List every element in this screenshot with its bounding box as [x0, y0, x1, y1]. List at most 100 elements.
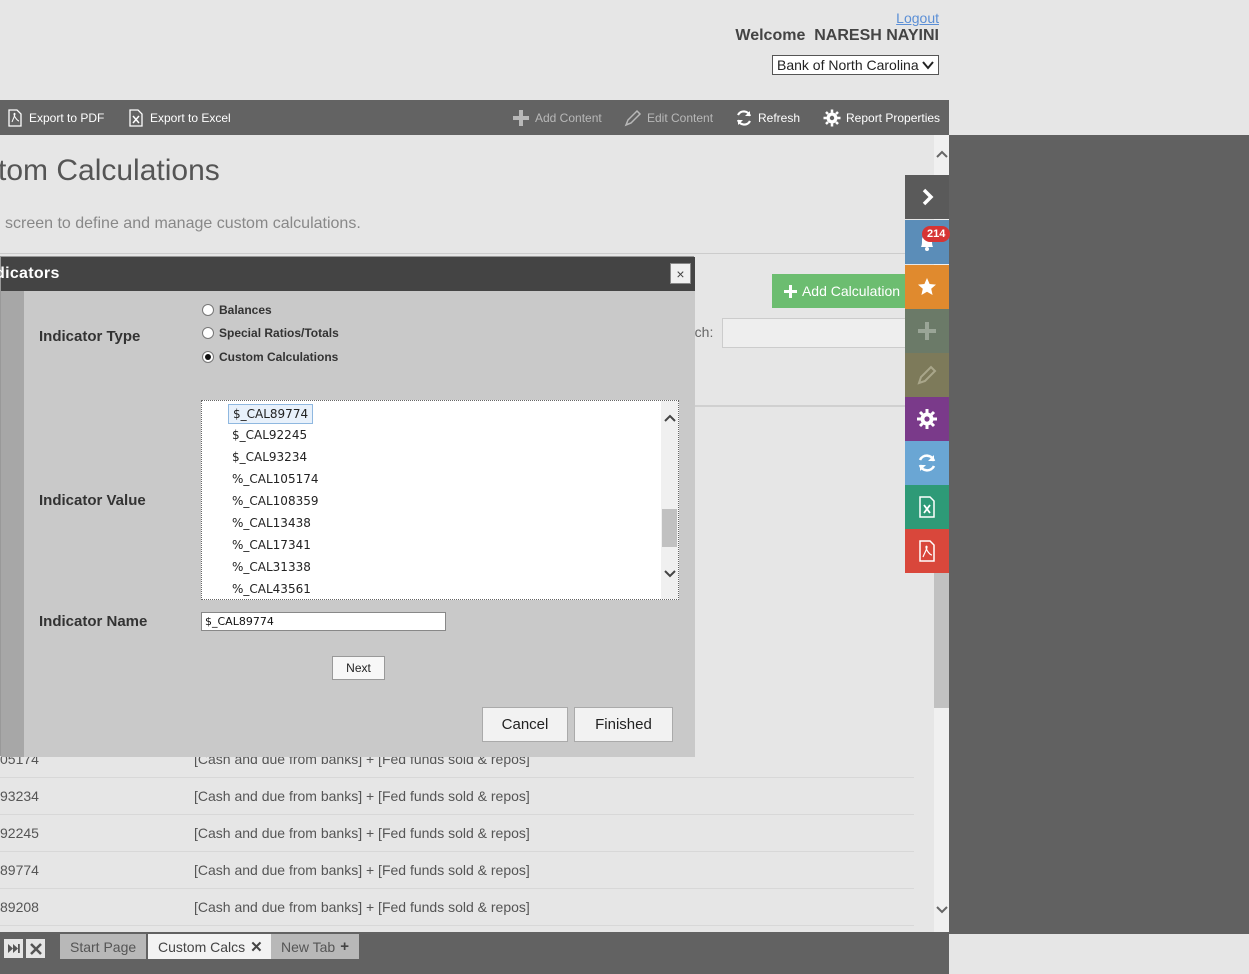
- radio-label: Special Ratios/Totals: [219, 326, 339, 340]
- tab-start-page[interactable]: Start Page: [60, 934, 147, 959]
- pencil-icon: [917, 365, 937, 385]
- close-icon[interactable]: ×: [670, 263, 691, 284]
- finished-button[interactable]: Finished: [574, 707, 673, 742]
- list-scroll-up-icon[interactable]: [661, 413, 678, 425]
- list-item[interactable]: %_CAL17341: [228, 536, 315, 556]
- formula-cell: [Cash and due from banks] + [Fed funds s…: [194, 788, 530, 804]
- next-button[interactable]: Next: [332, 656, 385, 680]
- plus-icon[interactable]: +: [340, 938, 349, 955]
- refresh-label: Refresh: [758, 110, 801, 125]
- add-content-button[interactable]: Add Content: [512, 100, 602, 135]
- tab-scroll-end-icon[interactable]: [4, 939, 23, 958]
- radio-icon[interactable]: [202, 304, 214, 316]
- table-row[interactable]: 92245 [Cash and due from banks] + [Fed fu…: [0, 815, 914, 852]
- export-excel-button[interactable]: Export to Excel: [127, 100, 231, 135]
- radio-option[interactable]: Special Ratios/Totals: [202, 326, 339, 340]
- close-all-tabs-icon[interactable]: [26, 939, 45, 958]
- scroll-up-icon[interactable]: [934, 149, 949, 161]
- tab-label: Start Page: [70, 938, 137, 955]
- refresh-button[interactable]: Refresh: [735, 100, 800, 135]
- pdf-file-icon: [8, 108, 22, 127]
- list-item[interactable]: %_CAL13438: [228, 514, 315, 534]
- indicator-value-list[interactable]: $_CAL89774 $_CAL92245 $_CAL93234 %_CAL10517…: [201, 400, 679, 600]
- table-row[interactable]: 89208 [Cash and due from banks] + [Fed fu…: [0, 889, 914, 926]
- radio-option[interactable]: Custom Calculations: [202, 350, 338, 364]
- side-excel-button[interactable]: [905, 485, 949, 529]
- dialog-titlebar[interactable]: dicators ×: [0, 257, 695, 291]
- refresh-icon: [736, 109, 752, 126]
- export-pdf-label: Export to PDF: [29, 110, 105, 125]
- right-panel-background: [949, 135, 1249, 934]
- indicator-name-label: Indicator Name: [39, 613, 148, 630]
- welcome-label: Welcome: [735, 27, 806, 44]
- formula-cell: [Cash and due from banks] + [Fed funds s…: [194, 825, 530, 841]
- report-properties-button[interactable]: Report Properties: [823, 100, 940, 135]
- calc-id-cell: 89774: [0, 862, 39, 878]
- formula-cell: [Cash and due from banks] + [Fed funds s…: [194, 862, 530, 878]
- side-add-button[interactable]: [905, 309, 949, 353]
- list-item[interactable]: %_CAL43561: [228, 580, 315, 599]
- radio-label: Custom Calculations: [219, 350, 339, 364]
- list-item[interactable]: $_CAL93234: [228, 448, 311, 468]
- formula-cell: [Cash and due from banks] + [Fed funds s…: [194, 899, 530, 915]
- pdf-icon: [919, 540, 935, 562]
- radio-icon[interactable]: [202, 351, 214, 363]
- close-tab-icon[interactable]: ✕: [250, 938, 263, 956]
- table-row[interactable]: 93234 [Cash and due from banks] + [Fed fu…: [0, 778, 914, 815]
- favorites-button[interactable]: [905, 265, 949, 309]
- welcome-text: Welcome NARESH NAYINI: [735, 27, 939, 45]
- list-scroll-down-icon[interactable]: [661, 569, 678, 581]
- pencil-icon: [624, 109, 642, 126]
- list-item[interactable]: $_CAL89774: [228, 404, 314, 424]
- calc-id-cell: 93234: [0, 788, 39, 804]
- toolbar: Export to PDF Export to Excel Add Conten…: [0, 100, 949, 135]
- dialog-title: dicators: [0, 265, 60, 282]
- list-item[interactable]: %_CAL108359: [228, 492, 322, 512]
- bank-select[interactable]: Bank of North Carolina: [772, 55, 939, 75]
- radio-icon[interactable]: [202, 327, 214, 339]
- list-item[interactable]: %_CAL31338: [228, 558, 315, 578]
- bank-select-value: Bank of North Carolina: [777, 57, 919, 73]
- side-settings-button[interactable]: [905, 397, 949, 441]
- divider: [0, 253, 934, 254]
- scrollbar-thumb[interactable]: [934, 573, 949, 708]
- radio-option[interactable]: Balances: [202, 303, 272, 317]
- dialog-left-panel: [1, 291, 24, 757]
- gear-icon: [917, 409, 937, 429]
- user-name: NARESH NAYINI: [814, 27, 939, 44]
- plus-icon: [513, 109, 529, 126]
- plus-icon: [783, 284, 797, 298]
- list-item[interactable]: %_CAL105174: [228, 470, 322, 490]
- gear-icon: [823, 109, 841, 126]
- report-properties-label: Report Properties: [846, 110, 941, 125]
- cancel-button[interactable]: Cancel: [482, 707, 568, 742]
- side-pdf-button[interactable]: [905, 529, 949, 573]
- tab-custom-calcs[interactable]: Custom Calcs ✕: [148, 934, 273, 959]
- indicator-value-label: Indicator Value: [39, 492, 146, 509]
- side-edit-button[interactable]: [905, 353, 949, 397]
- excel-icon: [919, 496, 935, 518]
- add-content-label: Add Content: [535, 110, 602, 125]
- notification-count-badge: 214: [922, 226, 951, 242]
- tab-label: Custom Calcs: [158, 938, 246, 955]
- list-scrollbar[interactable]: [661, 401, 678, 599]
- add-calculation-button[interactable]: Add Calculation: [772, 274, 912, 308]
- logout-link[interactable]: Logout: [896, 10, 939, 26]
- scroll-down-icon[interactable]: [934, 905, 949, 917]
- list-item[interactable]: $_CAL92245: [228, 426, 311, 446]
- side-refresh-button[interactable]: [905, 441, 949, 485]
- plus-icon: [918, 322, 936, 340]
- export-pdf-button[interactable]: Export to PDF: [6, 100, 104, 135]
- list-scrollbar-thumb[interactable]: [662, 509, 677, 547]
- table-row[interactable]: 89774 [Cash and due from banks] + [Fed fu…: [0, 852, 914, 889]
- calc-id-cell: 92245: [0, 825, 39, 841]
- edit-content-button[interactable]: Edit Content: [624, 100, 713, 135]
- indicator-name-input[interactable]: $_CAL89774: [201, 612, 446, 631]
- tab-new-tab[interactable]: New Tab +: [271, 934, 359, 959]
- page-title: tom Calculations: [0, 154, 220, 187]
- indicator-type-label: Indicator Type: [39, 328, 141, 345]
- calc-id-cell: 89208: [0, 899, 39, 915]
- bottom-right-area: [949, 934, 1249, 974]
- search-input[interactable]: [722, 318, 917, 348]
- collapse-panel-button[interactable]: [905, 175, 949, 219]
